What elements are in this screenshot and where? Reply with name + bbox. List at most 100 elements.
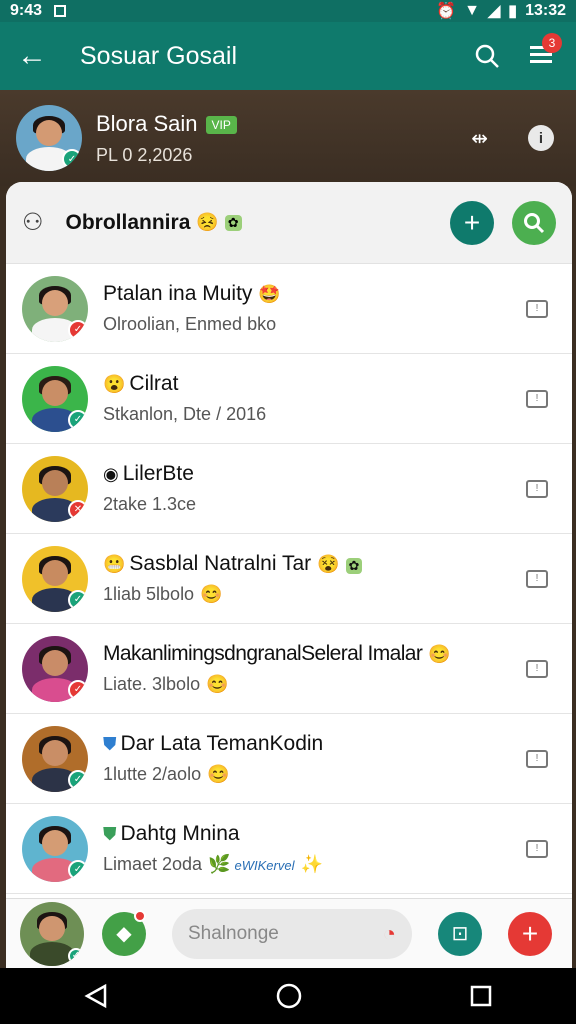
list-item[interactable]: ✓ MakanlimingsdngranalSeleral Imalar 😊 Li… <box>6 624 572 714</box>
emoji-icon: 😣 <box>196 212 219 232</box>
search-input[interactable]: Shalnonge ◔ <box>172 908 412 959</box>
list-item[interactable]: ✓ ⛊ Dahtg Mnina Limaet 2oda 🌿 eWIKervel ✨ ! <box>6 804 572 894</box>
profile-header[interactable]: ✓ Blora Sain VIP PL 0 2,2026 ⇹ i <box>0 90 576 186</box>
smile-icon: 😊 <box>206 674 229 694</box>
chat-panel: ⚇ Obrollannira 😣 ✿ + ✓ Ptalan ina Muity 🤩… <box>6 182 572 972</box>
back-icon[interactable] <box>83 983 109 1009</box>
contact-subtitle: 1lutte 2/aolo <box>103 764 202 784</box>
menu-list-button[interactable]: 3 <box>530 32 562 70</box>
compose-button[interactable]: + <box>508 911 552 956</box>
status-time: 9:43 <box>10 2 43 19</box>
tag-icon: ◆ <box>116 923 132 945</box>
app-bar: ← Sosuar Gosail 3 <box>0 22 576 90</box>
pin-icon[interactable]: ◔ <box>383 921 396 947</box>
status-icon: ✓ <box>68 947 84 964</box>
alarm-icon: ⏰ <box>436 3 457 20</box>
emoji-icon: 🤩 <box>258 284 281 304</box>
notification-badge: 3 <box>542 32 562 53</box>
avatar[interactable]: ✓ <box>22 545 88 612</box>
transfer-icon[interactable]: ⇹ <box>471 126 488 151</box>
avatar[interactable]: ✓ <box>22 635 88 702</box>
emoji-icon: 😬 <box>103 554 126 574</box>
contact-name: Cilrat <box>129 372 179 395</box>
smile-icon: 😊 <box>428 644 451 664</box>
status-icon: ✕ <box>68 499 88 520</box>
page-title: Sosuar Gosail <box>80 41 238 70</box>
contact-name: Dar Lata TemanKodin <box>120 732 324 755</box>
add-button[interactable]: + <box>450 200 494 245</box>
group-icon: ⚇ <box>22 209 44 236</box>
notification-icon <box>54 5 67 17</box>
shield-icon: ⛊ <box>103 734 117 754</box>
list-item[interactable]: ✓ 😬 Sasblal Natralni Tar 😵 ✿ 1liab 5lbolo 😊 … <box>6 534 572 624</box>
tag-button[interactable]: ◆ <box>102 909 146 956</box>
list-item[interactable]: ✕ ◉ LilerBte 2take 1.3ce ! <box>6 444 572 534</box>
contact-subtitle: Limaet 2oda <box>103 854 203 874</box>
back-arrow-icon[interactable]: ← <box>0 39 64 73</box>
checkbox[interactable]: ! <box>526 389 548 408</box>
contact-name: Dahtg Mnina <box>120 822 240 845</box>
avatar[interactable]: ✕ <box>22 455 88 522</box>
checkbox[interactable]: ! <box>526 569 548 588</box>
avatar[interactable]: ✓ <box>22 275 88 342</box>
system-nav-bar <box>0 968 576 1024</box>
status-bar: 9:43 ⏰ ▼ ◢ ▮ 13:32 <box>0 0 576 22</box>
avatar[interactable]: ✓ <box>22 365 88 432</box>
status-icon: ✓ <box>68 319 88 340</box>
contact-list: ✓ Ptalan ina Muity 🤩 Olroolian, Enmed bko… <box>6 264 572 894</box>
avatar[interactable]: ✓ <box>22 725 88 792</box>
status-icon: ✓ <box>68 409 88 430</box>
list-item[interactable]: ✓ Ptalan ina Muity 🤩 Olroolian, Enmed bko… <box>6 264 572 354</box>
avatar[interactable]: ✓ <box>20 901 84 966</box>
list-item[interactable]: ✓ ⛊ Dar Lata TemanKodin 1lutte 2/aolo 😊 ! <box>6 714 572 804</box>
status-icon: ✓ <box>68 679 88 700</box>
smile-icon: 😊 <box>207 764 230 784</box>
avatar[interactable]: ✓ <box>16 105 82 171</box>
checkbox[interactable]: ! <box>526 659 548 678</box>
profile-subtitle: PL 0 2,2026 <box>96 144 193 165</box>
info-icon[interactable]: i <box>528 125 554 151</box>
search-icon[interactable] <box>474 43 500 69</box>
contact-name: Sasblal Natralni Tar <box>129 552 312 575</box>
status-right-time: 13:32 <box>525 2 566 19</box>
checkbox[interactable]: ! <box>526 299 548 318</box>
emoji-icon: 😮 <box>103 374 126 394</box>
search-button[interactable] <box>512 200 556 245</box>
search-placeholder: Shalnonge <box>188 922 279 944</box>
plant-icon: 🌿 <box>208 854 231 874</box>
checkbox[interactable]: ! <box>526 839 548 858</box>
checkbox[interactable]: ! <box>526 479 548 498</box>
signal-icon: ◢ <box>487 3 501 20</box>
home-icon[interactable] <box>275 982 303 1010</box>
battery-icon: ▮ <box>508 3 518 20</box>
contact-name: LilerBte <box>122 462 194 485</box>
profile-name: Blora Sain <box>96 110 198 136</box>
contact-subtitle-extra: eWIKervel <box>234 858 295 873</box>
contact-subtitle: Olroolian, Enmed bko <box>103 314 277 334</box>
contact-subtitle: 1liab 5lbolo <box>103 584 195 604</box>
checkbox[interactable]: ! <box>526 749 548 768</box>
recents-icon[interactable] <box>469 984 493 1008</box>
list-item[interactable]: ✓ 😮 Cilrat Stkanlon, Dte / 2016 ! <box>6 354 572 444</box>
bottom-bar: ✓ ◆ Shalnonge ◔ ⊡ + <box>6 898 572 968</box>
smile-icon: 😊 <box>200 584 223 604</box>
panel-header: ⚇ Obrollannira 😣 ✿ + <box>6 182 572 264</box>
emoji-icon: 😵 <box>317 554 340 574</box>
contact-subtitle: Stkanlon, Dte / 2016 <box>103 404 267 424</box>
wifi-icon: ▼ <box>464 2 480 19</box>
contact-name: Ptalan ina Muity <box>103 282 253 305</box>
sticker-button[interactable]: ⊡ <box>438 911 482 956</box>
contact-subtitle: Liate. 3lbolo <box>103 674 201 694</box>
search-icon <box>524 212 545 233</box>
sticker-icon: ✿ <box>345 558 363 574</box>
sticker-icon: ✿ <box>224 214 242 231</box>
panel-title: Obrollannira <box>65 210 191 234</box>
status-icon: ✓ <box>68 769 88 790</box>
avatar[interactable]: ✓ <box>22 815 88 882</box>
dot-icon: ◉ <box>103 464 119 484</box>
verified-icon: ✓ <box>62 149 82 169</box>
contact-name: MakanlimingsdngranalSeleral Imalar <box>103 642 423 665</box>
sparkle-icon: ✨ <box>300 854 323 874</box>
heart-shield-icon: ⛊ <box>103 824 117 844</box>
sticker-icon: ⊡ <box>451 923 469 945</box>
